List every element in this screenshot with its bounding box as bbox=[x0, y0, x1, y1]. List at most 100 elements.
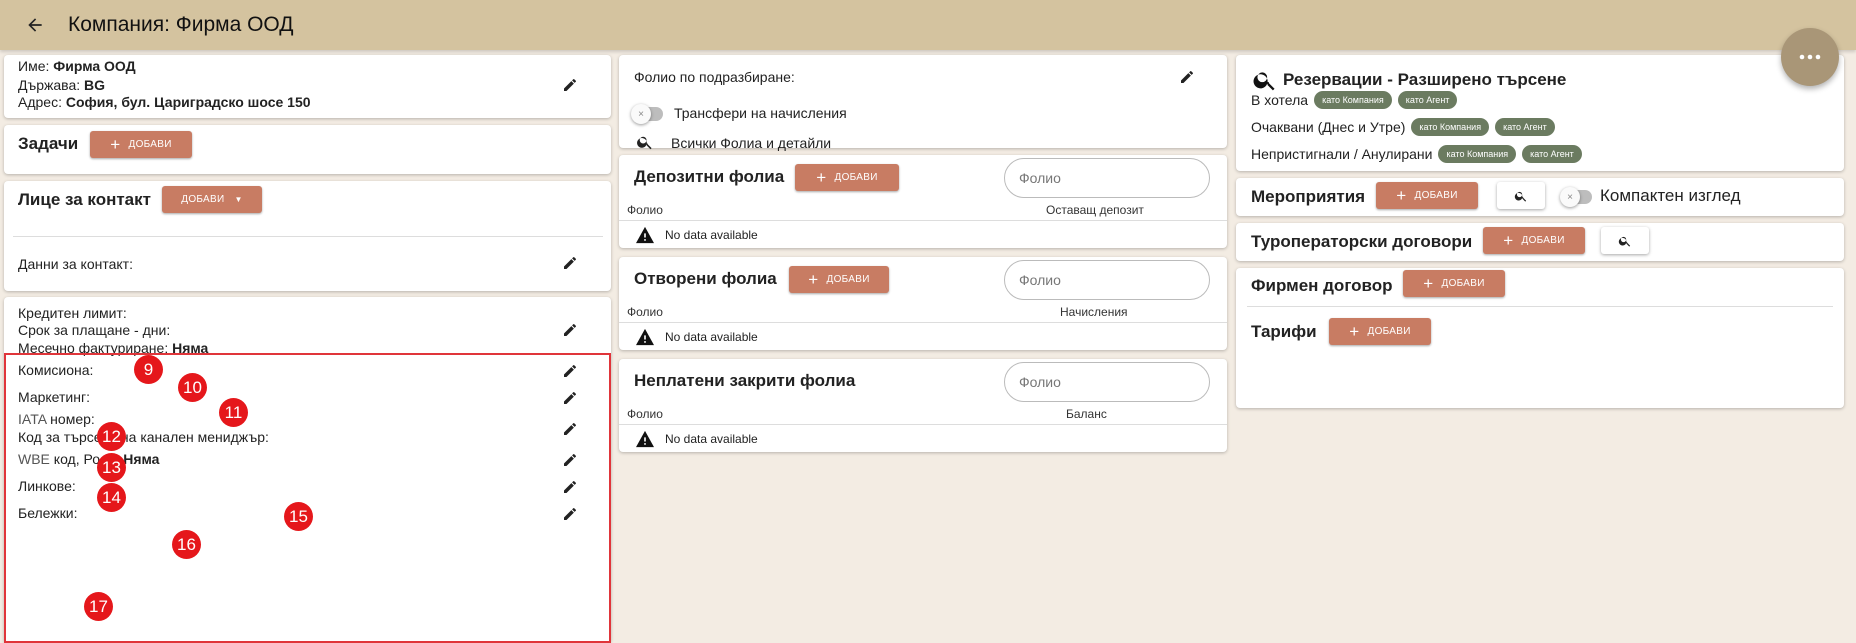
divider bbox=[1247, 306, 1833, 307]
plus-icon: + bbox=[808, 270, 819, 289]
payment-term-label: Срок за плащане - дни: bbox=[18, 322, 171, 338]
tasks-title: Задачи bbox=[18, 134, 79, 153]
edit-contact-icon[interactable] bbox=[558, 251, 582, 275]
marker-badge: 17 bbox=[84, 592, 113, 621]
compact-view-toggle[interactable]: × bbox=[1560, 187, 1592, 207]
company-contract-title: Фирмен договор bbox=[1251, 276, 1393, 295]
reservations-in-hotel-row: В хотела като Компания като Агент bbox=[1251, 91, 1458, 109]
compact-view-label: Компактен изглед bbox=[1600, 186, 1741, 205]
folio-settings-card: Фолио по подразбиране: × Трансфери на на… bbox=[619, 55, 1227, 151]
divider bbox=[619, 424, 1227, 425]
company-country-row: Държава: BG bbox=[18, 77, 106, 93]
close-icon: × bbox=[1560, 187, 1580, 207]
column-header-charges: Начисления bbox=[1060, 305, 1128, 319]
column-header-folio: Фолио bbox=[627, 203, 663, 217]
add-contact-dropdown-button[interactable]: ДОБАВИ ▼ bbox=[162, 186, 262, 213]
divider bbox=[619, 220, 1227, 221]
warning-icon bbox=[636, 430, 654, 448]
more-actions-button[interactable] bbox=[1781, 28, 1839, 86]
as-agent-chip[interactable]: като Агент bbox=[1495, 118, 1555, 136]
unpaid-folio-search-input[interactable] bbox=[1017, 373, 1202, 391]
column-header-balance: Баланс bbox=[1066, 407, 1107, 421]
deposit-folios-card: Депозитни фолиа +ДОБАВИ Фолио Оставащ де… bbox=[619, 155, 1227, 248]
warning-icon bbox=[636, 226, 654, 244]
company-address-row: Адрес: София, бул. Цариградско шосе 150 bbox=[18, 94, 311, 110]
divider bbox=[13, 236, 603, 237]
add-deposit-folio-button[interactable]: + ДОБАВИ bbox=[795, 164, 899, 191]
deposit-folio-search[interactable] bbox=[1004, 158, 1210, 198]
add-open-folio-button[interactable]: + ДОБАВИ bbox=[789, 266, 889, 293]
company-contract-card: Фирмен договор + ДОБАВИ Тарифи + ДОБАВИ bbox=[1236, 268, 1844, 408]
company-info-card: Име: Фирма ООД Държава: BG Адрес: София,… bbox=[4, 55, 611, 118]
tasks-card: Задачи + ДОБАВИ bbox=[4, 125, 611, 174]
add-tariff-button[interactable]: + ДОБАВИ bbox=[1329, 318, 1431, 345]
edit-default-folio-icon[interactable] bbox=[1175, 65, 1199, 89]
add-task-button[interactable]: + ДОБАВИ bbox=[90, 131, 192, 158]
as-agent-chip[interactable]: като Агент bbox=[1397, 91, 1458, 109]
marker-badge: 9 bbox=[134, 355, 163, 384]
tariffs-title: Тарифи bbox=[1251, 322, 1317, 341]
edit-payment-icon[interactable] bbox=[558, 318, 582, 342]
back-arrow-icon[interactable] bbox=[20, 10, 50, 40]
no-data-row: No data available bbox=[635, 328, 758, 346]
warning-icon bbox=[636, 328, 654, 346]
tour-operator-card: Туроператорски договори + ДОБАВИ bbox=[1236, 223, 1844, 261]
page-title: Компания: Фирма ООД bbox=[68, 13, 294, 36]
default-folio-label: Фолио по подразбиране: bbox=[634, 69, 795, 85]
plus-icon: + bbox=[1503, 231, 1514, 250]
company-name-row: Име: Фирма ООД bbox=[18, 58, 136, 74]
unpaid-folio-search[interactable] bbox=[1004, 362, 1210, 402]
open-folios-card: Отворени фолиа +ДОБАВИ Фолио Начисления … bbox=[619, 257, 1227, 350]
credit-limit-label: Кредитен лимит: bbox=[18, 305, 127, 321]
open-folio-search[interactable] bbox=[1004, 260, 1210, 300]
divider bbox=[619, 322, 1227, 323]
open-folios-title: Отворени фолиа bbox=[634, 269, 777, 288]
reservations-noshow-row: Непристигнали / Анулирани като Компания … bbox=[1251, 145, 1582, 163]
marker-badge: 16 bbox=[172, 530, 201, 559]
reservations-title: Резервации - Разширено търсене bbox=[1283, 70, 1567, 89]
marker-badge: 11 bbox=[219, 398, 248, 427]
reservations-card: Резервации - Разширено търсене В хотела … bbox=[1236, 55, 1844, 171]
events-title: Мероприятия bbox=[1251, 187, 1366, 206]
events-search-button[interactable] bbox=[1497, 182, 1545, 209]
all-folios-link[interactable]: Всички Фолиа и детайли bbox=[671, 135, 831, 151]
company-address-value: София, бул. Цариградско шосе 150 bbox=[65, 94, 311, 110]
add-company-contract-button[interactable]: + ДОБАВИ bbox=[1403, 270, 1505, 297]
edit-company-icon[interactable] bbox=[558, 73, 582, 97]
search-icon bbox=[636, 133, 654, 154]
events-card: Мероприятия + ДОБАВИ × Компактен изглед bbox=[1236, 178, 1844, 216]
add-tour-contract-button[interactable]: + ДОБАВИ bbox=[1483, 227, 1585, 254]
plus-icon: + bbox=[110, 135, 121, 154]
marker-badge: 15 bbox=[284, 502, 313, 531]
contact-data-label: Данни за контакт: bbox=[18, 256, 133, 272]
column-header-remaining-deposit: Оставащ депозит bbox=[1046, 203, 1144, 217]
no-data-row: No data available bbox=[635, 430, 758, 448]
search-icon bbox=[1618, 236, 1631, 247]
deposit-folio-search-input[interactable] bbox=[1017, 169, 1202, 187]
unpaid-folios-card: Неплатени закрити фолиа Фолио Баланс No … bbox=[619, 359, 1227, 452]
search-icon bbox=[1514, 191, 1527, 202]
contact-person-card: Лице за контакт ДОБАВИ ▼ Данни за контакт… bbox=[4, 181, 611, 291]
company-country-value: BG bbox=[84, 77, 106, 93]
plus-icon: + bbox=[1396, 186, 1407, 205]
app-bar: Компания: Фирма ООД bbox=[0, 0, 1856, 50]
transfer-toggle[interactable]: × bbox=[631, 104, 663, 124]
no-data-row: No data available bbox=[635, 226, 758, 244]
column-header-folio: Фолио bbox=[627, 407, 663, 421]
tour-contract-search-button[interactable] bbox=[1601, 227, 1649, 254]
as-company-chip[interactable]: като Компания bbox=[1314, 91, 1392, 109]
caret-down-icon: ▼ bbox=[234, 195, 243, 204]
marker-badge: 12 bbox=[97, 422, 126, 451]
contact-person-title: Лице за контакт bbox=[18, 190, 151, 209]
plus-icon: + bbox=[1423, 274, 1434, 293]
marker-badge: 10 bbox=[178, 373, 207, 402]
as-agent-chip[interactable]: като Агент bbox=[1522, 145, 1582, 163]
open-folio-search-input[interactable] bbox=[1017, 271, 1202, 289]
unpaid-folios-title: Неплатени закрити фолиа bbox=[634, 371, 856, 390]
add-event-button[interactable]: + ДОБАВИ bbox=[1376, 182, 1478, 209]
column-header-folio: Фолио bbox=[627, 305, 663, 319]
as-company-chip[interactable]: като Компания bbox=[1438, 145, 1517, 163]
transfer-label: Трансфери на начисления bbox=[674, 105, 847, 121]
company-name-value: Фирма ООД bbox=[53, 58, 136, 74]
as-company-chip[interactable]: като Компания bbox=[1411, 118, 1490, 136]
